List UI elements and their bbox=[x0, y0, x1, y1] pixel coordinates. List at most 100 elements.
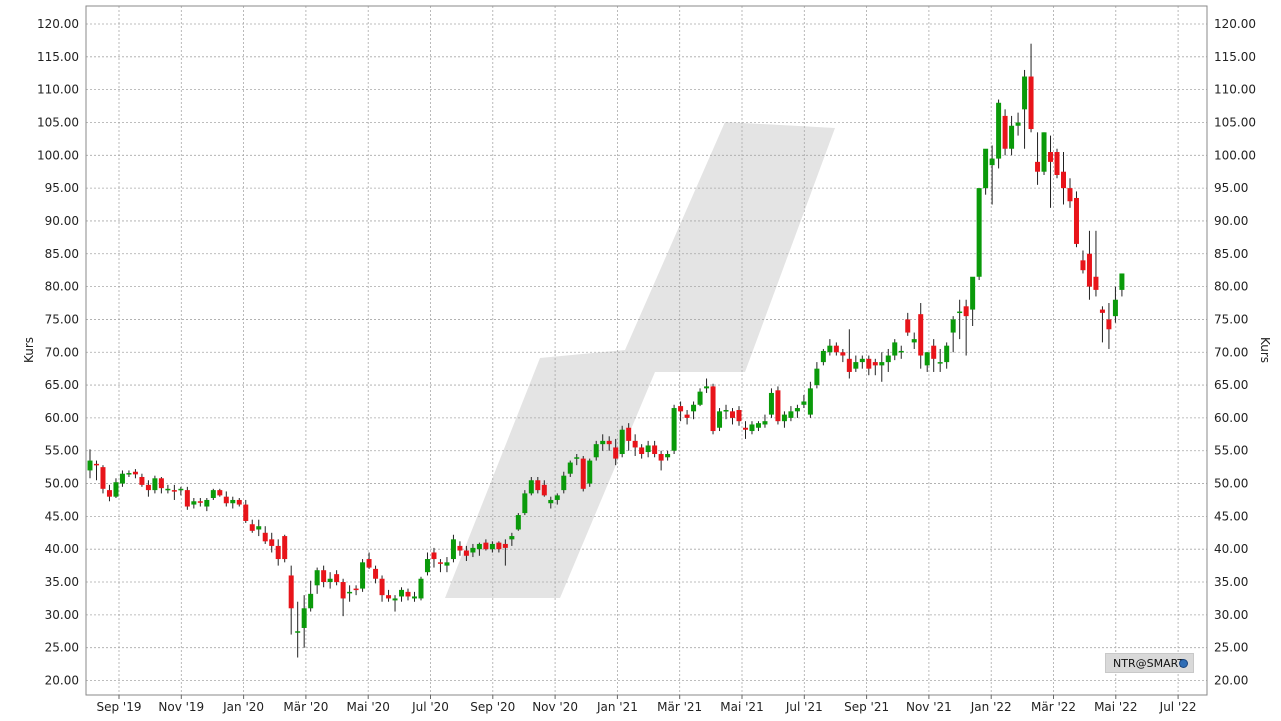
symbol-legend[interactable]: NTR@SMART bbox=[1105, 653, 1194, 673]
candle bbox=[106, 484, 112, 502]
x-tick-label: Nov '19 bbox=[158, 700, 204, 714]
y-axis-title-left: Kurs bbox=[22, 337, 36, 363]
candle-body-up bbox=[515, 515, 521, 530]
candle-body-up bbox=[308, 593, 314, 609]
candle-body-down bbox=[340, 582, 346, 599]
candle bbox=[983, 148, 989, 195]
candle bbox=[704, 378, 710, 393]
candle-body-down bbox=[217, 490, 223, 496]
y-tick-label-right: 85.00 bbox=[1214, 247, 1248, 261]
candle-body-up bbox=[768, 392, 774, 415]
y-tick-label-left: 95.00 bbox=[45, 181, 79, 195]
candle-body-down bbox=[710, 386, 716, 432]
candle-body-down bbox=[321, 570, 327, 583]
candle bbox=[1106, 303, 1112, 349]
candle bbox=[717, 408, 723, 432]
candle bbox=[1061, 152, 1066, 205]
x-tick-label: Jan '22 bbox=[970, 700, 1012, 714]
y-tick-label-left: 80.00 bbox=[45, 280, 79, 294]
candle-body-down bbox=[132, 471, 138, 475]
candle-body-up bbox=[827, 345, 833, 353]
candle bbox=[178, 486, 184, 496]
y-tick-label-left: 105.00 bbox=[37, 115, 79, 129]
candle-body-down bbox=[872, 362, 878, 366]
candle-body-down bbox=[1061, 171, 1066, 189]
candle-body-up bbox=[489, 543, 495, 550]
candle bbox=[379, 575, 385, 602]
candle bbox=[171, 484, 177, 500]
candles bbox=[87, 43, 1125, 658]
candle bbox=[801, 394, 807, 409]
candle-body-up bbox=[691, 404, 697, 412]
candle bbox=[437, 559, 443, 573]
candle-body-up bbox=[801, 401, 807, 405]
candle-body-down bbox=[1054, 152, 1060, 175]
candle bbox=[905, 312, 911, 336]
candle bbox=[652, 440, 658, 458]
candle bbox=[243, 499, 249, 523]
y-tick-label-right: 120.00 bbox=[1214, 17, 1256, 31]
y-tick-label-left: 100.00 bbox=[37, 148, 79, 162]
candle bbox=[730, 408, 736, 425]
candle bbox=[1009, 115, 1015, 156]
candle bbox=[950, 316, 956, 353]
candle-body-down bbox=[496, 542, 502, 550]
y-tick-label-right: 30.00 bbox=[1214, 608, 1248, 622]
candle bbox=[814, 362, 820, 389]
candle bbox=[93, 460, 99, 481]
candle bbox=[405, 588, 411, 601]
candle bbox=[1028, 43, 1034, 133]
candle-body-up bbox=[418, 578, 424, 599]
y-tick-label-right: 40.00 bbox=[1214, 542, 1248, 556]
candle-body-up bbox=[230, 499, 236, 504]
x-tick-label: Sep '19 bbox=[97, 700, 142, 714]
y-tick-label-left: 55.00 bbox=[45, 444, 79, 458]
candle bbox=[820, 348, 826, 366]
candle-body-up bbox=[301, 608, 307, 628]
candle-body-up bbox=[1015, 122, 1021, 126]
candle bbox=[1015, 112, 1021, 136]
candle-body-down bbox=[1067, 188, 1073, 202]
candle bbox=[658, 450, 664, 471]
y-tick-label-right: 75.00 bbox=[1214, 312, 1248, 326]
y-tick-label-left: 75.00 bbox=[45, 312, 79, 326]
candle-body-down bbox=[282, 536, 288, 560]
candle-body-down bbox=[262, 532, 268, 542]
candle bbox=[710, 383, 716, 435]
y-tick-label-right: 115.00 bbox=[1214, 50, 1256, 64]
candle-body-up bbox=[554, 495, 560, 500]
candle-body-down bbox=[243, 504, 249, 521]
y-tick-label-left: 85.00 bbox=[45, 247, 79, 261]
candle-body-up bbox=[470, 547, 476, 553]
x-tick-label: Jul '21 bbox=[785, 700, 823, 714]
candle-body-up bbox=[424, 559, 430, 573]
candle bbox=[126, 470, 132, 477]
candle bbox=[931, 339, 937, 372]
candle bbox=[1112, 286, 1118, 323]
candle bbox=[788, 406, 794, 422]
candle-body-up bbox=[450, 539, 456, 560]
candle bbox=[334, 570, 340, 586]
candle-body-up bbox=[924, 352, 930, 366]
candle-body-up bbox=[1112, 299, 1118, 317]
globe-icon bbox=[1179, 659, 1188, 668]
candle bbox=[366, 552, 372, 569]
candle-body-down bbox=[1099, 309, 1105, 313]
candle bbox=[1099, 306, 1105, 343]
candle-body-up bbox=[528, 480, 534, 494]
candle bbox=[236, 497, 242, 507]
candle bbox=[762, 414, 768, 428]
candle-body-down bbox=[288, 575, 294, 609]
candle-body-down bbox=[379, 578, 385, 596]
y-tick-label-right: 70.00 bbox=[1214, 345, 1248, 359]
candle-body-down bbox=[684, 414, 690, 418]
candle bbox=[87, 449, 93, 479]
candle-body-down bbox=[905, 319, 911, 333]
candle bbox=[360, 559, 366, 592]
candle-body-down bbox=[833, 345, 839, 353]
candle bbox=[431, 547, 437, 568]
candle bbox=[866, 355, 872, 376]
candle-body-up bbox=[152, 478, 158, 491]
candle-body-down bbox=[502, 543, 508, 548]
candle bbox=[671, 404, 677, 455]
